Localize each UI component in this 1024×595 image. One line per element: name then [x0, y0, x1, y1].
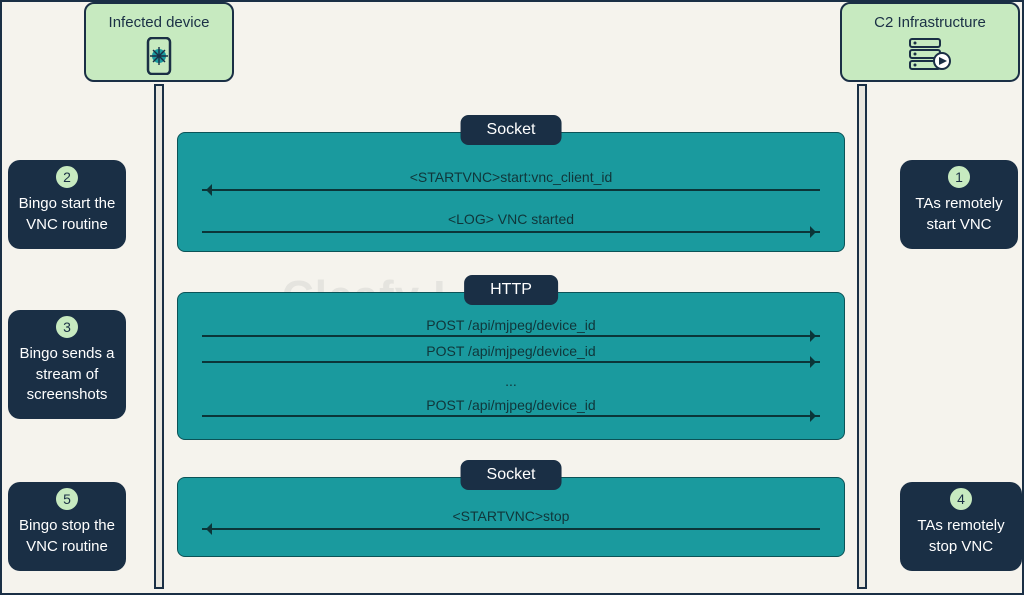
- step-2: 2 Bingo start the VNC routine: [8, 160, 126, 249]
- arrow-right-icon: [202, 231, 820, 233]
- message-text: <LOG> VNC started: [202, 211, 820, 227]
- step-number: 2: [54, 164, 80, 190]
- lifeline-left: [154, 84, 164, 589]
- actor-c2-infrastructure: C2 Infrastructure: [840, 2, 1020, 82]
- step-text: TAs remotely start VNC: [906, 194, 1012, 235]
- step-5: 5 Bingo stop the VNC routine: [8, 482, 126, 571]
- message-text: <STARTVNC>stop: [202, 508, 820, 524]
- panel-socket-stop: Socket <STARTVNC>stop: [177, 477, 845, 557]
- panel-header: Socket: [461, 460, 562, 490]
- actor-infected-device: Infected device: [84, 2, 234, 82]
- step-text: Bingo start the VNC routine: [14, 194, 120, 235]
- panel-header: Socket: [461, 115, 562, 145]
- phone-malware-icon: [100, 37, 218, 75]
- step-number: 4: [948, 486, 974, 512]
- message-text: <STARTVNC>start:vnc_client_id: [202, 169, 820, 185]
- actor-left-title: Infected device: [100, 14, 218, 31]
- server-icon: [856, 37, 1004, 71]
- message-text: POST /api/mjpeg/device_id: [202, 397, 820, 413]
- step-number: 3: [54, 314, 80, 340]
- step-number: 1: [946, 164, 972, 190]
- arrow-right-icon: [202, 335, 820, 337]
- arrow-left-icon: [202, 528, 820, 530]
- actor-right-title: C2 Infrastructure: [856, 14, 1004, 31]
- panel-http: HTTP POST /api/mjpeg/device_id POST /api…: [177, 292, 845, 440]
- message-text: POST /api/mjpeg/device_id: [202, 343, 820, 359]
- step-1: 1 TAs remotely start VNC: [900, 160, 1018, 249]
- step-text: Bingo stop the VNC routine: [14, 516, 120, 557]
- step-3: 3 Bingo sends a stream of screenshots: [8, 310, 126, 419]
- arrow-left-icon: [202, 189, 820, 191]
- step-text: Bingo sends a stream of screenshots: [14, 344, 120, 405]
- arrow-right-icon: [202, 361, 820, 363]
- message-text: POST /api/mjpeg/device_id: [202, 317, 820, 333]
- panel-header: HTTP: [464, 275, 558, 305]
- panel-socket-start: Socket <STARTVNC>start:vnc_client_id <LO…: [177, 132, 845, 252]
- step-4: 4 TAs remotely stop VNC: [900, 482, 1022, 571]
- step-number: 5: [54, 486, 80, 512]
- lifeline-right: [857, 84, 867, 589]
- message-text: ...: [202, 373, 820, 389]
- step-text: TAs remotely stop VNC: [906, 516, 1016, 557]
- arrow-right-icon: [202, 415, 820, 417]
